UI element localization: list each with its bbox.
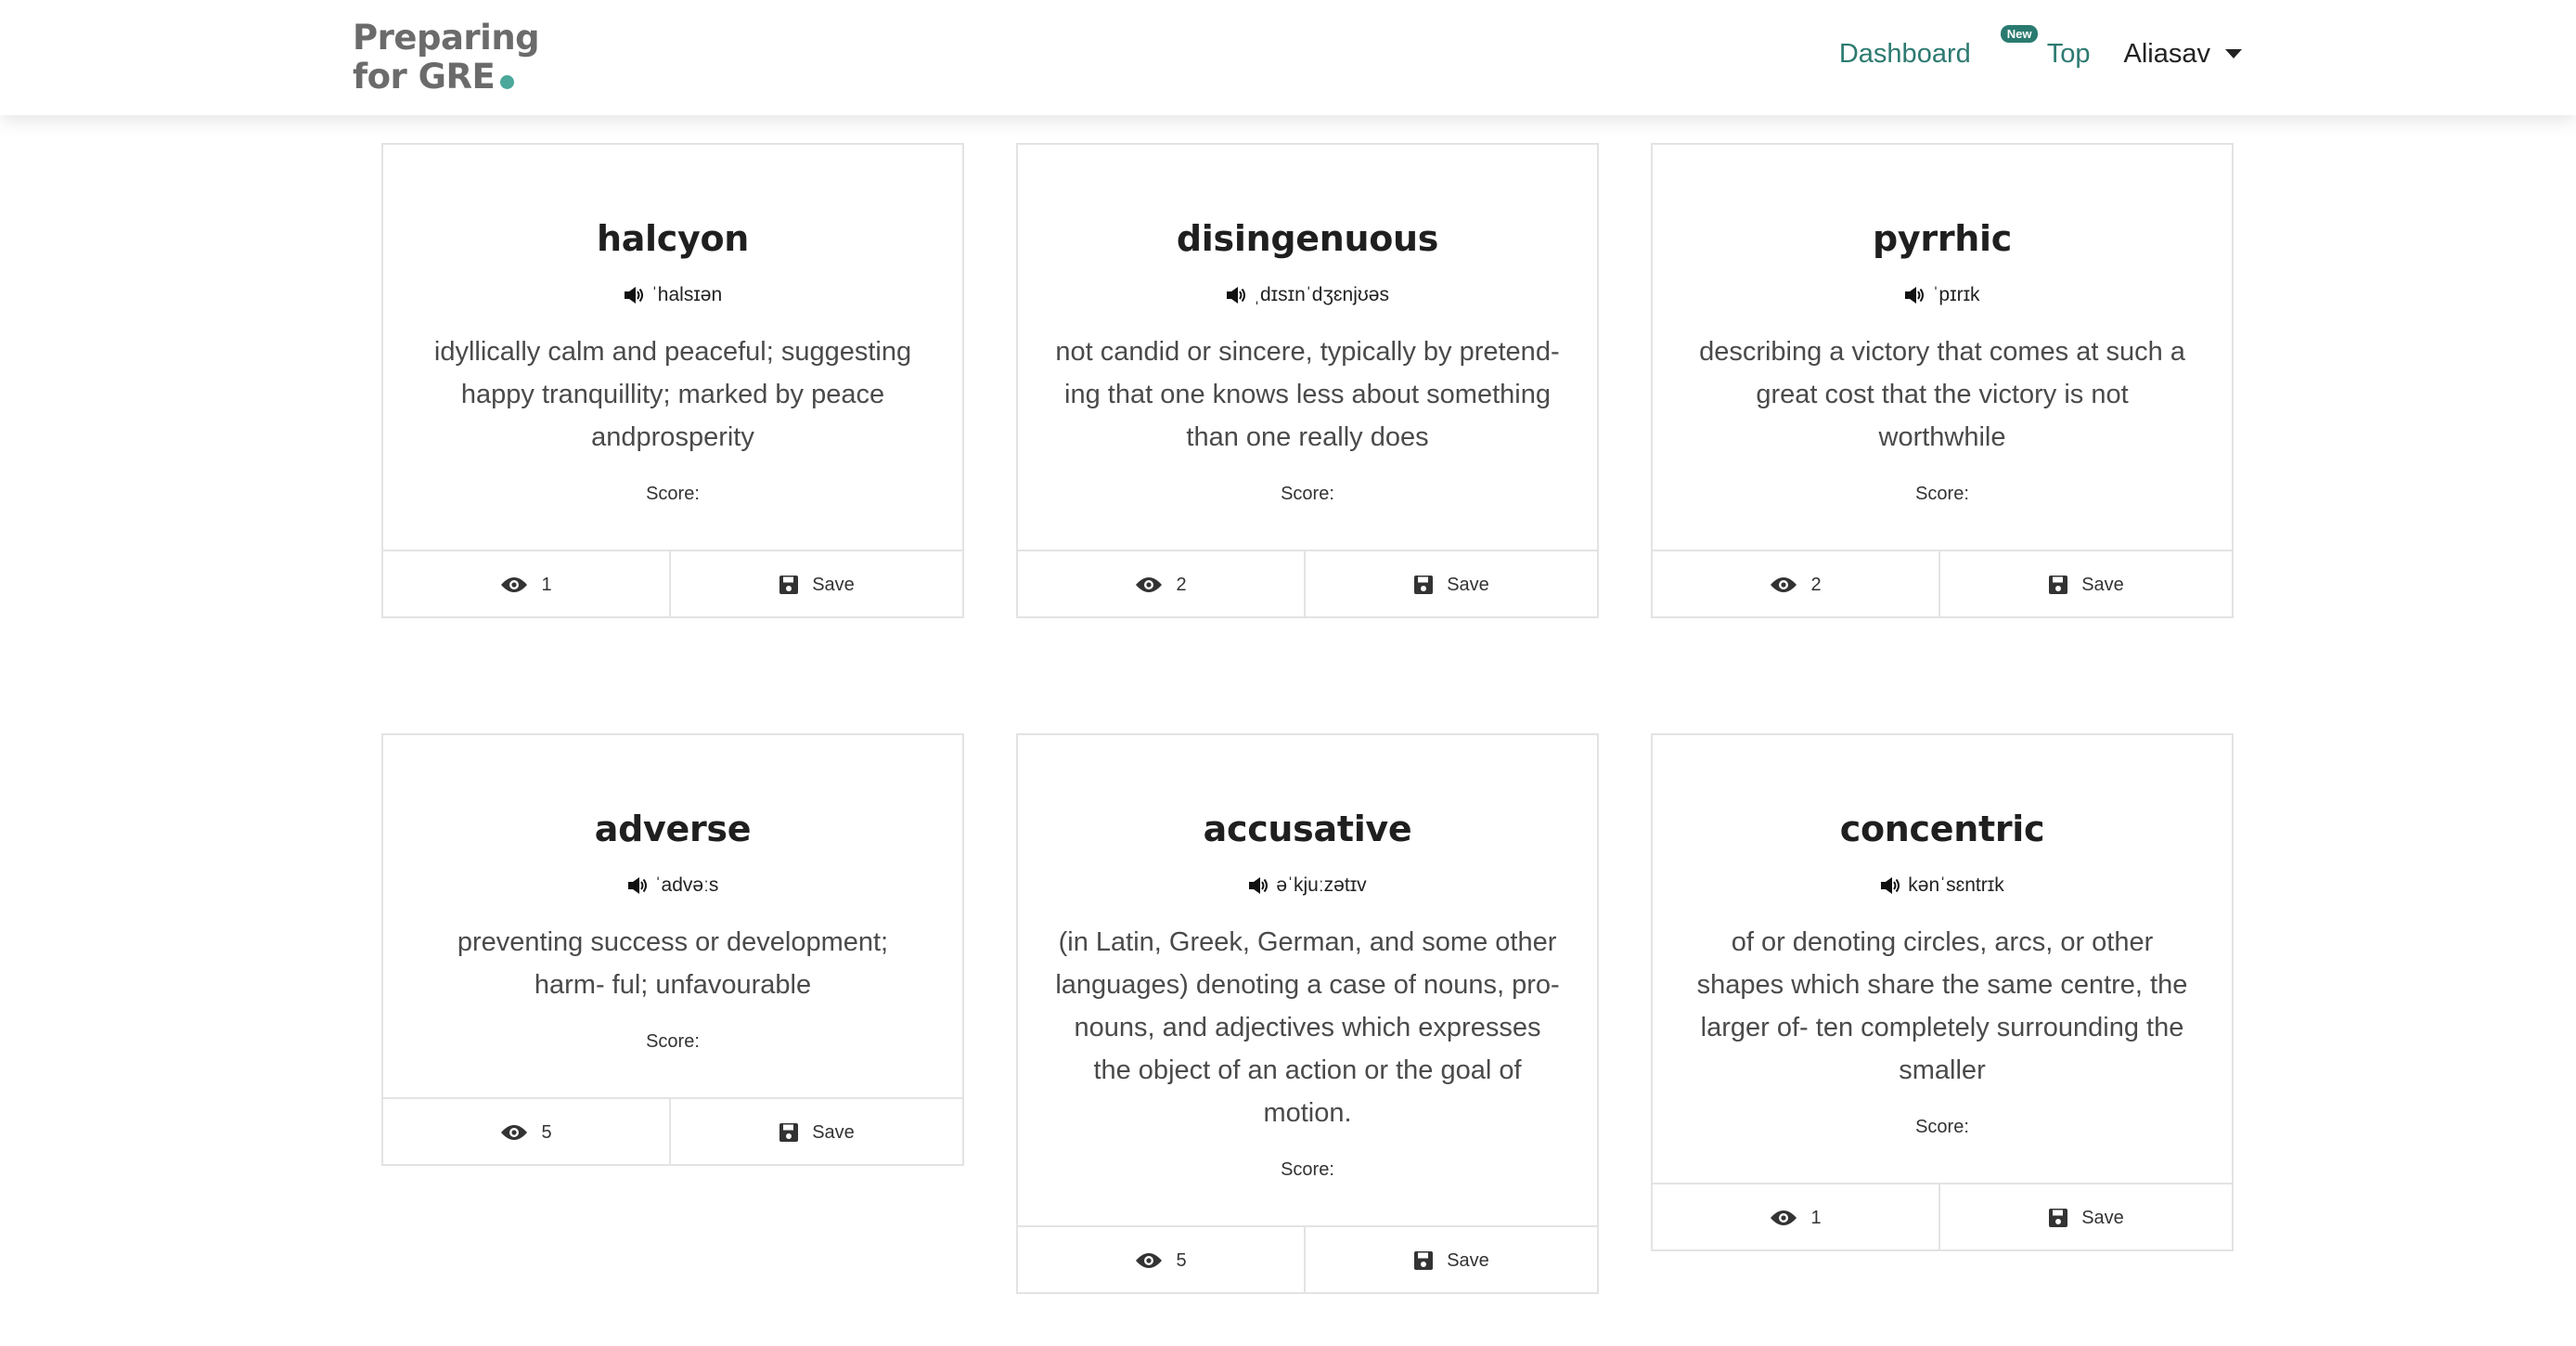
save-label: Save: [1447, 1249, 1489, 1271]
phonetic-text: ˈadvəːs: [654, 874, 719, 896]
save-button[interactable]: Save: [1940, 551, 2232, 618]
eye-icon: [1136, 577, 1163, 592]
caret-down-icon: [2225, 49, 2242, 58]
card-footer: 1 Save: [1653, 1183, 2232, 1251]
word-title: halcyon: [596, 218, 750, 259]
definition-text: (in Latin, Greek, German, and some other…: [1055, 927, 1560, 1128]
score-label: Score:: [646, 1031, 700, 1052]
word-title: disingenuous: [1176, 218, 1439, 259]
save-button[interactable]: Save: [671, 551, 962, 618]
views-count: 2: [1018, 551, 1306, 618]
word-card: pyrrhic ˈpɪrɪk describing a victory that…: [1651, 143, 2234, 618]
pronunciation[interactable]: ˈhalsɪən: [411, 284, 934, 306]
views-number: 1: [1810, 1207, 1822, 1228]
save-button[interactable]: Save: [1306, 1227, 1597, 1294]
save-button[interactable]: Save: [1940, 1184, 2232, 1251]
save-label: Save: [812, 574, 855, 595]
floppy-disk-icon: [1414, 576, 1434, 594]
user-name: Aliasav: [2123, 38, 2211, 69]
card-footer: 2 Save: [1653, 550, 2232, 618]
views-number: 5: [541, 1121, 552, 1143]
speaker-icon[interactable]: [624, 286, 644, 304]
word-card: adverse ˈadvəːs preventing success or de…: [381, 733, 964, 1166]
views-number: 2: [1810, 574, 1822, 595]
word-card: halcyon ˈhalsɪən idyllically calm and pe…: [381, 143, 964, 618]
brand-dot-icon: [500, 75, 515, 89]
floppy-disk-icon: [2049, 576, 2068, 594]
views-number: 2: [1176, 574, 1187, 595]
brand-line2: for GRE: [353, 57, 496, 97]
save-button[interactable]: Save: [671, 1099, 962, 1166]
nav-links: Dashboard New Top Aliasav: [1839, 0, 2242, 108]
floppy-disk-icon: [2049, 1209, 2068, 1227]
speaker-icon[interactable]: [627, 876, 648, 895]
save-label: Save: [812, 1121, 855, 1143]
pronunciation[interactable]: ˈpɪrɪk: [1681, 284, 2204, 306]
card-footer: 2 Save: [1018, 550, 1597, 618]
score-label: Score:: [1281, 1159, 1334, 1180]
pronunciation[interactable]: əˈkjuːzətɪv: [1046, 874, 1569, 897]
eye-icon: [1136, 1253, 1163, 1268]
card-footer: 1 Save: [383, 550, 962, 618]
save-button[interactable]: Save: [1306, 551, 1597, 618]
phonetic-text: ˈhalsɪən: [650, 284, 723, 305]
views-count: 5: [383, 1099, 671, 1166]
eye-icon: [1771, 577, 1797, 592]
word-title: concentric: [1839, 809, 2045, 849]
word-title: accusative: [1203, 809, 1412, 849]
nav-dashboard-link[interactable]: Dashboard: [1839, 39, 1971, 70]
definition-text: preventing success or development; harm-…: [457, 927, 889, 1000]
brand-logo[interactable]: Preparing for GRE: [353, 18, 540, 97]
definition-text: describing a victory that comes at such …: [1699, 337, 2185, 452]
speaker-icon[interactable]: [1248, 876, 1269, 895]
eye-icon: [501, 1125, 528, 1140]
phonetic-text: ˈpɪrɪk: [1932, 284, 1980, 305]
score-label: Score:: [1915, 1117, 1969, 1137]
word-card-grid: halcyon ˈhalsɪən idyllically calm and pe…: [0, 0, 2576, 1346]
score-label: Score:: [1281, 484, 1334, 504]
views-count: 5: [1018, 1227, 1306, 1294]
score-label: Score:: [646, 484, 700, 504]
new-badge: New: [2000, 24, 2039, 43]
floppy-disk-icon: [779, 576, 799, 594]
views-count: 1: [1653, 1184, 1940, 1251]
definition-text: of or denoting circles, arcs, or other s…: [1696, 927, 2188, 1085]
phonetic-text: əˈkjuːzətɪv: [1276, 874, 1367, 896]
definition-text: idyllically calm and peaceful; suggestin…: [433, 337, 912, 452]
definition-text: not candid or sincere, typically by pret…: [1055, 337, 1560, 452]
floppy-disk-icon: [779, 1123, 799, 1142]
eye-icon: [501, 577, 528, 592]
nav-top-link[interactable]: New Top: [2000, 24, 2091, 70]
card-footer: 5 Save: [383, 1097, 962, 1166]
save-label: Save: [1447, 574, 1489, 595]
speaker-icon[interactable]: [1226, 286, 1246, 304]
floppy-disk-icon: [1414, 1251, 1434, 1270]
pronunciation[interactable]: ˈadvəːs: [411, 874, 934, 897]
navbar: Preparing for GRE Dashboard New Top Alia…: [0, 0, 2576, 115]
user-menu-dropdown[interactable]: Aliasav: [2123, 38, 2242, 70]
views-number: 1: [541, 574, 552, 595]
word-card: concentric kənˈsɛntrɪk of or denoting ci…: [1651, 733, 2234, 1251]
nav-top-label: Top: [2046, 38, 2091, 69]
word-title: pyrrhic: [1873, 218, 2012, 259]
pronunciation[interactable]: ˌdɪsɪnˈdʒɛnjʊəs: [1046, 284, 1569, 306]
views-number: 5: [1176, 1249, 1187, 1271]
card-footer: 5 Save: [1018, 1225, 1597, 1294]
word-card: accusative əˈkjuːzətɪv (in Latin, Greek,…: [1016, 733, 1599, 1294]
save-label: Save: [2081, 1207, 2124, 1228]
pronunciation[interactable]: kənˈsɛntrɪk: [1681, 874, 2204, 897]
speaker-icon[interactable]: [1880, 876, 1900, 895]
brand-line1: Preparing: [353, 18, 540, 58]
word-title: adverse: [594, 809, 752, 849]
eye-icon: [1771, 1210, 1797, 1225]
phonetic-text: ˌdɪsɪnˈdʒɛnjʊəs: [1253, 284, 1389, 305]
save-label: Save: [2081, 574, 2124, 595]
views-count: 1: [383, 551, 671, 618]
word-card: disingenuous ˌdɪsɪnˈdʒɛnjʊəs not candid …: [1016, 143, 1599, 618]
phonetic-text: kənˈsɛntrɪk: [1908, 874, 2004, 896]
views-count: 2: [1653, 551, 1940, 618]
speaker-icon[interactable]: [1904, 286, 1925, 304]
score-label: Score:: [1915, 484, 1969, 504]
